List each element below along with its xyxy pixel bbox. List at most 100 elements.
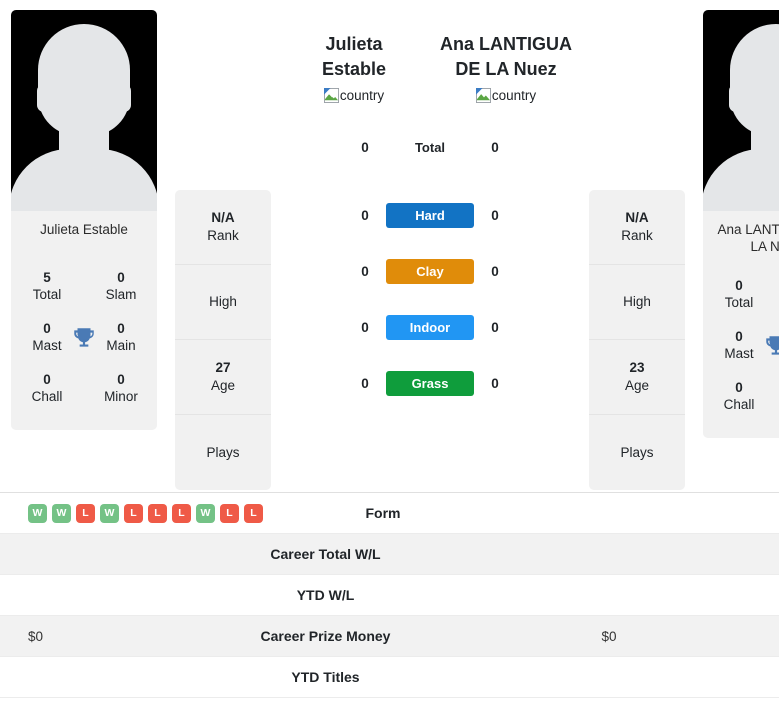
silhouette-shoulders — [11, 149, 157, 211]
form-badge-win[interactable]: W — [100, 503, 119, 523]
stat-row-ytd-wl: YTD W/L — [0, 575, 779, 616]
right-player-photo-column: Ana LANTIGUA DE LA Nuez 0 Total 0 Slam 0 — [692, 10, 779, 492]
right-trophy-total: 0 Total — [715, 277, 763, 312]
h2h-hard-right-score: 0 — [491, 207, 499, 223]
form-badge-loss[interactable]: L — [148, 503, 167, 523]
h2h-clay-right-score: 0 — [491, 263, 499, 279]
left-info-high: High — [175, 265, 271, 340]
right-trophy-row-2: 0 Mast 0 Main — [703, 322, 779, 373]
h2h-indoor-left-score: 0 — [361, 319, 369, 335]
h2h-row-indoor: 0 Indoor 0 — [354, 299, 506, 355]
silhouette-ear-right — [117, 84, 131, 112]
right-country-alt-text: country — [491, 88, 537, 103]
form-badge-loss[interactable]: L — [76, 503, 95, 523]
right-info-rank-label: Rank — [621, 228, 653, 243]
trophy-icon — [71, 323, 97, 353]
left-player-info-card: N/A Rank High 27 Age Plays — [175, 190, 271, 490]
left-info-plays-label: Plays — [206, 444, 240, 460]
form-left-cell: WWLWLLLWLL — [0, 503, 263, 523]
left-trophy-slam-value: 0 — [117, 270, 125, 285]
form-badge-win[interactable]: W — [52, 503, 71, 523]
broken-image-icon — [323, 88, 339, 103]
surface-badge-clay[interactable]: Clay — [386, 258, 474, 284]
right-player-photo — [703, 10, 779, 211]
career-prize-money-right: $0 — [601, 628, 617, 644]
right-info-high: High — [589, 265, 685, 340]
surface-breakdown: 0 Total 0 0 Hard 0 0 Clay 0 0 Indoor 0 0 — [354, 131, 506, 411]
right-player-name-block[interactable]: Ana LANTIGUA DE LA Nuez country — [430, 32, 582, 103]
form-badge-loss[interactable]: L — [172, 503, 191, 523]
stat-row-career-prize-money: $0 Career Prize Money $0 — [0, 616, 779, 657]
left-info-rank-value: N/A — [211, 210, 235, 225]
surface-badge-grass[interactable]: Grass — [386, 370, 474, 396]
left-trophy-chall: 0 Chall — [23, 371, 71, 406]
left-trophy-total-value: 5 — [43, 270, 51, 285]
right-trophy-chall-label: Chall — [723, 397, 755, 412]
player-names-row: Julieta Estable country Ana LANTIGUA DE … — [278, 32, 582, 103]
right-info-rank: N/A Rank — [589, 190, 685, 265]
form-badge-loss[interactable]: L — [124, 503, 143, 523]
left-trophy-main-label: Main — [106, 338, 136, 353]
left-player-trophy-stats: 5 Total 0 Slam 0 Mast 0 Main 0 Chall 0 M… — [11, 259, 157, 430]
right-player-name-line2: DE LA Nuez — [455, 59, 557, 79]
right-trophy-mast: 0 Mast — [715, 328, 763, 363]
right-player-trophy-stats: 0 Total 0 Slam 0 Mast — [703, 267, 779, 438]
form-badge-loss[interactable]: L — [220, 503, 239, 523]
right-info-plays: Plays — [589, 415, 685, 490]
broken-image-icon — [475, 88, 491, 103]
silhouette-ear-left — [37, 84, 51, 112]
left-player-photo — [11, 10, 157, 211]
left-trophy-slam: 0 Slam — [97, 269, 145, 304]
right-info-age: 23 Age — [589, 340, 685, 415]
left-trophy-chall-value: 0 — [43, 372, 51, 387]
left-info-rank-label: Rank — [207, 228, 239, 243]
h2h-total-right-score: 0 — [491, 140, 499, 155]
left-trophy-row-3: 0 Chall 0 Minor — [11, 365, 157, 416]
left-trophy-total: 5 Total — [23, 269, 71, 304]
surface-badge-indoor[interactable]: Indoor — [386, 314, 474, 340]
left-trophy-minor: 0 Minor — [97, 371, 145, 406]
silhouette-shoulders — [703, 149, 779, 211]
left-player-card[interactable]: Julieta Estable 5 Total 0 Slam 0 Mast 0 … — [11, 10, 157, 430]
form-badge-win[interactable]: W — [196, 503, 215, 523]
left-info-plays: Plays — [175, 415, 271, 490]
ytd-titles-label: YTD Titles — [291, 669, 360, 685]
right-trophy-total-value: 0 — [735, 278, 743, 293]
left-trophy-main-value: 0 — [117, 321, 125, 336]
right-trophy-total-label: Total — [724, 295, 754, 310]
right-player-card[interactable]: Ana LANTIGUA DE LA Nuez 0 Total 0 Slam 0 — [703, 10, 779, 438]
h2h-row-clay: 0 Clay 0 — [354, 243, 506, 299]
stat-row-ytd-titles: YTD Titles — [0, 657, 779, 698]
surface-badge-hard[interactable]: Hard — [386, 202, 474, 228]
right-player-name-line1: Ana LANTIGUA — [440, 34, 572, 54]
left-country-alt-text: country — [339, 88, 385, 103]
right-info-age-value: 23 — [629, 360, 645, 375]
form-badge-loss[interactable]: L — [244, 503, 263, 523]
left-trophy-row-1: 5 Total 0 Slam — [11, 263, 157, 314]
left-info-rank: N/A Rank — [175, 190, 271, 265]
career-prize-money-left: $0 — [28, 628, 44, 644]
right-trophy-row-1: 0 Total 0 Slam — [703, 271, 779, 322]
form-label: Form — [365, 505, 401, 521]
trophy-icon — [763, 331, 779, 361]
stat-row-form: WWLWLLLWLL Form — [0, 493, 779, 534]
left-player-info-column: N/A Rank High 27 Age Plays — [168, 10, 278, 492]
right-info-high-label: High — [623, 294, 651, 309]
left-player-photo-column: Julieta Estable 5 Total 0 Slam 0 Mast 0 … — [0, 10, 168, 492]
h2h-grass-left-score: 0 — [361, 375, 369, 391]
h2h-indoor-right-score: 0 — [491, 319, 499, 335]
left-trophy-mast: 0 Mast — [23, 320, 71, 355]
h2h-grass-right-score: 0 — [491, 375, 499, 391]
h2h-clay-left-score: 0 — [361, 263, 369, 279]
right-trophy-mast-label: Mast — [724, 346, 754, 361]
stat-row-career-total-wl: Career Total W/L — [0, 534, 779, 575]
left-info-age-label: Age — [210, 378, 236, 393]
h2h-total-left-score: 0 — [361, 140, 369, 155]
form-badge-win[interactable]: W — [28, 503, 47, 523]
left-info-high-label: High — [209, 294, 237, 309]
left-info-age-value: 27 — [215, 360, 231, 375]
right-info-plays-label: Plays — [620, 444, 654, 460]
h2h-row-hard: 0 Hard 0 — [354, 187, 506, 243]
left-trophy-row-2: 0 Mast 0 Main — [11, 314, 157, 365]
left-player-name-block[interactable]: Julieta Estable country — [278, 32, 430, 103]
